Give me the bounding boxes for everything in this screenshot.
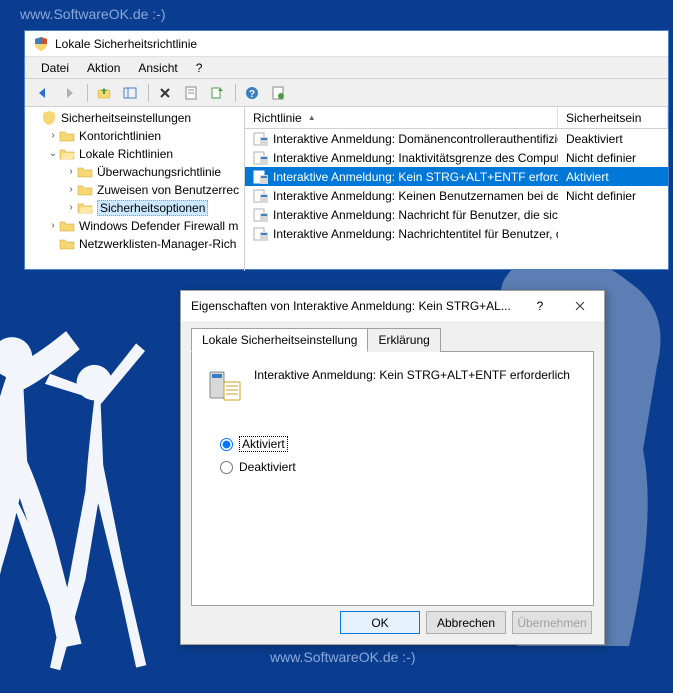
expand-icon[interactable]: ›	[65, 203, 77, 214]
mmc-titlebar: Lokale Sicherheitsrichtlinie	[25, 31, 668, 57]
expand-icon[interactable]: ›	[47, 131, 59, 142]
watermark-top: www.SoftwareOK.de :-)	[20, 6, 166, 22]
watermark-bottom: www.SoftwareOK.de :-)	[270, 649, 416, 665]
tree-item[interactable]: ›Sicherheitsoptionen	[25, 199, 244, 217]
radio-disabled-row[interactable]: Deaktiviert	[220, 460, 577, 474]
radio-enabled-row[interactable]: Aktiviert	[220, 436, 577, 452]
up-button[interactable]	[92, 82, 116, 104]
tree-pane[interactable]: Sicherheitseinstellungen ›Kontorichtlini…	[25, 107, 245, 271]
col-setting[interactable]: Sicherheitsein	[558, 107, 668, 128]
policy-row[interactable]: Interaktive Anmeldung: Kein STRG+ALT+ENT…	[245, 167, 668, 186]
policy-icon	[253, 150, 269, 166]
folder-open-icon	[59, 146, 75, 162]
dialog-title: Eigenschaften von Interaktive Anmeldung:…	[191, 299, 520, 313]
list-header: Richtlinie▲ Sicherheitsein	[245, 107, 668, 129]
properties-dialog: Eigenschaften von Interaktive Anmeldung:…	[180, 290, 605, 645]
list-pane: Richtlinie▲ Sicherheitsein Interaktive A…	[245, 107, 668, 271]
policy-row[interactable]: Interaktive Anmeldung: Inaktivitätsgrenz…	[245, 148, 668, 167]
folder-icon	[59, 218, 75, 234]
expand-icon[interactable]: ›	[47, 221, 59, 232]
policy-row[interactable]: Interaktive Anmeldung: Nachrichtentitel …	[245, 224, 668, 243]
policy-icon	[253, 169, 269, 185]
shield-icon	[41, 110, 57, 126]
dialog-help-button[interactable]: ?	[520, 293, 560, 319]
expand-icon[interactable]: ›	[65, 185, 77, 196]
tabstrip: Lokale Sicherheitseinstellung Erklärung	[191, 327, 594, 352]
menu-action[interactable]: Aktion	[79, 59, 128, 77]
mmc-window: Lokale Sicherheitsrichtlinie Datei Aktio…	[24, 30, 669, 270]
policy-row[interactable]: Interaktive Anmeldung: Nachricht für Ben…	[245, 205, 668, 224]
folder-open-icon	[77, 200, 93, 216]
menu-file[interactable]: Datei	[33, 59, 77, 77]
policy-name-label: Interaktive Anmeldung: Kein STRG+ALT+ENT…	[254, 368, 570, 382]
folder-icon	[77, 182, 93, 198]
radio-enabled-label[interactable]: Aktiviert	[239, 436, 288, 452]
tree-item[interactable]: ›Windows Defender Firewall m	[25, 217, 244, 235]
export-button[interactable]	[205, 82, 229, 104]
col-policy[interactable]: Richtlinie▲	[245, 107, 558, 128]
radio-enabled[interactable]	[220, 438, 233, 451]
refresh-button[interactable]	[266, 82, 290, 104]
dialog-titlebar[interactable]: Eigenschaften von Interaktive Anmeldung:…	[181, 291, 604, 321]
toolbar: ?	[25, 79, 668, 107]
folder-icon	[59, 236, 75, 252]
tree-root[interactable]: Sicherheitseinstellungen	[25, 109, 244, 127]
properties-button[interactable]	[179, 82, 203, 104]
policy-row[interactable]: Interaktive Anmeldung: Domänencontroller…	[245, 129, 668, 148]
policy-icon	[253, 207, 269, 223]
folder-icon	[77, 164, 93, 180]
tree-item[interactable]: Netzwerklisten-Manager-Rich	[25, 235, 244, 253]
svg-text:?: ?	[249, 89, 255, 100]
help-button[interactable]: ?	[240, 82, 264, 104]
policy-icon	[253, 188, 269, 204]
cancel-button[interactable]: Abbrechen	[426, 611, 506, 634]
server-policy-icon	[208, 368, 242, 402]
show-hide-tree-button[interactable]	[118, 82, 142, 104]
radio-disabled-label[interactable]: Deaktiviert	[239, 460, 296, 474]
tab-local-setting[interactable]: Lokale Sicherheitseinstellung	[191, 328, 368, 352]
tree-item[interactable]: ›Zuweisen von Benutzerrec	[25, 181, 244, 199]
tree-item[interactable]: ⌄Lokale Richtlinien	[25, 145, 244, 163]
dialog-close-button[interactable]	[560, 293, 600, 319]
delete-button[interactable]	[153, 82, 177, 104]
policy-row[interactable]: Interaktive Anmeldung: Keinen Benutzerna…	[245, 186, 668, 205]
tab-explain[interactable]: Erklärung	[367, 328, 440, 352]
expand-icon[interactable]: ›	[65, 167, 77, 178]
policy-icon	[253, 131, 269, 147]
dancing-silhouette	[0, 313, 180, 693]
folder-icon	[59, 128, 75, 144]
tree-item[interactable]: ›Überwachungsrichtlinie	[25, 163, 244, 181]
menu-help[interactable]: ?	[188, 59, 211, 77]
shield-icon	[33, 36, 49, 52]
tree-item[interactable]: ›Kontorichtlinien	[25, 127, 244, 145]
dialog-footer: OK Abbrechen Übernehmen	[340, 611, 592, 634]
close-icon	[575, 301, 585, 311]
back-button[interactable]	[31, 82, 55, 104]
policy-icon	[253, 226, 269, 242]
menu-view[interactable]: Ansicht	[130, 59, 185, 77]
menubar: Datei Aktion Ansicht ?	[25, 57, 668, 79]
tab-page: Interaktive Anmeldung: Kein STRG+ALT+ENT…	[191, 352, 594, 606]
mmc-title: Lokale Sicherheitsrichtlinie	[55, 37, 197, 51]
forward-button[interactable]	[57, 82, 81, 104]
ok-button[interactable]: OK	[340, 611, 420, 634]
radio-disabled[interactable]	[220, 461, 233, 474]
expand-icon[interactable]: ⌄	[47, 148, 59, 160]
apply-button[interactable]: Übernehmen	[512, 611, 592, 634]
sort-asc-icon: ▲	[308, 113, 316, 122]
